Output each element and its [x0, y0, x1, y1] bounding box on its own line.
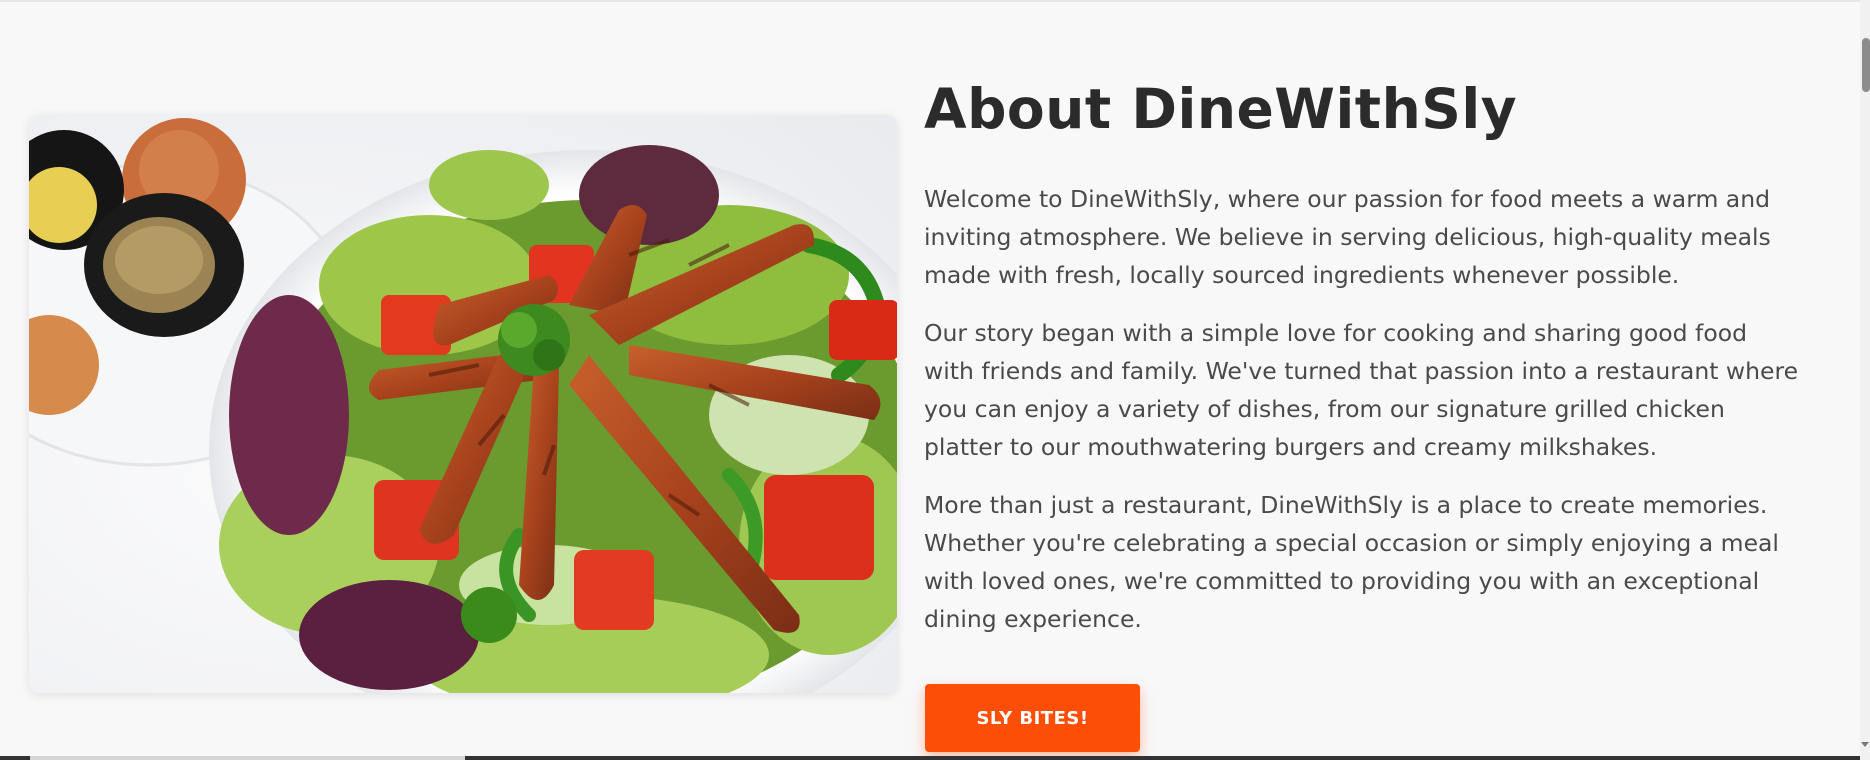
scroll-down-arrow-icon[interactable]	[1861, 742, 1869, 747]
memories-paragraph: More than just a restaurant, DineWithSly…	[924, 491, 1779, 633]
intro-paragraph: Welcome to DineWithSly, where our passio…	[924, 185, 1771, 289]
bottom-edge-highlight	[30, 756, 465, 760]
page-title: About DineWithSly	[924, 77, 1518, 141]
sly-bites-button[interactable]: SLY BITES!	[925, 684, 1140, 752]
food-image	[29, 115, 897, 693]
story-paragraph: Our story began with a simple love for c…	[924, 319, 1799, 461]
scrollbar-thumb[interactable]	[1862, 38, 1870, 92]
grilled-chicken-salad-photo	[29, 115, 897, 693]
vertical-scrollbar[interactable]	[1860, 0, 1870, 760]
about-section: About DineWithSly Welcome to DineWithSly…	[924, 72, 1804, 638]
top-divider	[0, 0, 1870, 2]
